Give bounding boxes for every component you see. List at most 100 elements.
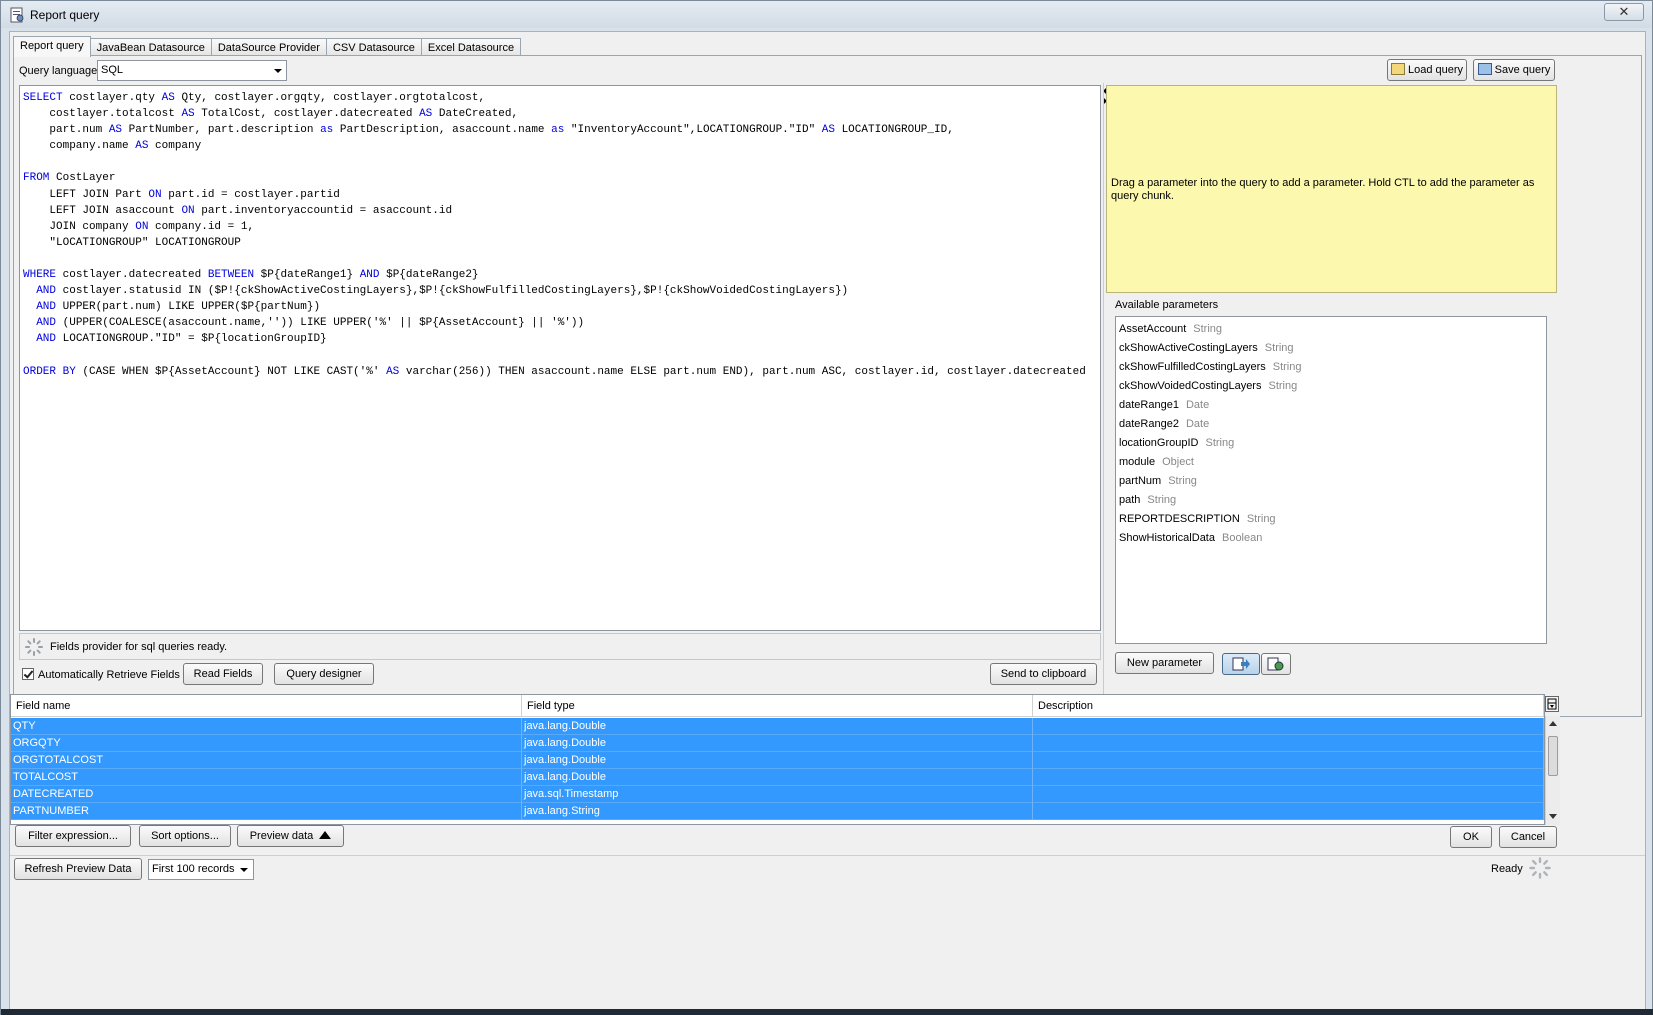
parameter-item[interactable]: locationGroupID String <box>1116 434 1546 453</box>
parameter-item[interactable]: dateRange2 Date <box>1116 415 1546 434</box>
column-header-field-name[interactable]: Field name <box>11 695 522 717</box>
table-row[interactable]: PARTNUMBER java.lang.String <box>11 803 1544 820</box>
parameter-list[interactable]: AssetAccount String ckShowActiveCostingLay… <box>1115 316 1547 644</box>
field-type-cell[interactable]: java.sql.Timestamp <box>522 786 1033 803</box>
parameter-item[interactable]: ckShowFulfilledCostingLayers String <box>1116 358 1546 377</box>
send-to-clipboard-button[interactable]: Send to clipboard <box>990 663 1097 685</box>
sql-keyword: AND <box>359 269 380 282</box>
sql-line: AND costlayer.statusid IN ($P!{ckShowAct… <box>23 283 1097 299</box>
parameter-item[interactable]: module Object <box>1116 453 1546 472</box>
query-designer-button[interactable]: Query designer <box>274 663 374 685</box>
sql-keyword: BETWEEN <box>207 269 255 282</box>
field-type-cell[interactable]: java.lang.String <box>522 803 1033 820</box>
save-query-button[interactable]: Save query <box>1473 59 1555 81</box>
auto-retrieve-label: Automatically Retrieve Fields <box>38 669 180 681</box>
sql-text: TotalCost, costlayer.datecreated <box>194 108 420 121</box>
parameter-item[interactable]: ShowHistoricalData Boolean <box>1116 529 1546 548</box>
close-button[interactable]: ✕ <box>1604 3 1644 21</box>
sql-line: ORDER BY (CASE WHEN $P{AssetAccount} NOT… <box>23 364 1097 380</box>
parameter-item[interactable]: partNum String <box>1116 472 1546 491</box>
parameter-item[interactable]: REPORTDESCRIPTION String <box>1116 510 1546 529</box>
title-bar[interactable]: Report query ✕ <box>1 1 1652 28</box>
ok-button[interactable]: OK <box>1450 826 1492 848</box>
table-row[interactable]: DATECREATED java.sql.Timestamp <box>11 786 1544 803</box>
parameter-settings-button[interactable] <box>1261 653 1291 675</box>
cancel-button[interactable]: Cancel <box>1499 826 1557 848</box>
parameter-item[interactable]: path String <box>1116 491 1546 510</box>
column-chooser-icon[interactable] <box>1545 696 1559 712</box>
save-icon <box>1477 63 1492 75</box>
field-name-cell[interactable]: TOTALCOST <box>11 769 522 786</box>
load-query-button[interactable]: Load query <box>1387 59 1467 81</box>
panel-divider[interactable] <box>1103 83 1104 713</box>
fields-provider-status: Fields provider for sql queries ready. <box>19 633 1101 660</box>
sql-keyword: ON <box>135 220 149 233</box>
report-icon <box>10 7 24 23</box>
field-name-cell[interactable]: ORGTOTALCOST <box>11 752 522 769</box>
sql-keyword: AS <box>386 365 400 378</box>
parameter-type: String <box>1272 361 1302 373</box>
auto-retrieve-fields-checkbox[interactable]: Automatically Retrieve Fields <box>22 668 180 681</box>
field-name-cell[interactable]: ORGQTY <box>11 735 522 752</box>
parameter-item[interactable]: ckShowActiveCostingLayers String <box>1116 339 1546 358</box>
sql-text: PartNumber, part.description <box>122 124 321 137</box>
sql-text: (UPPER(COALESCE(asaccount.name,'')) LIKE… <box>56 317 585 330</box>
field-type-cell[interactable]: java.lang.Double <box>522 718 1033 735</box>
load-query-label: Load query <box>1407 64 1464 76</box>
sql-line: AND LOCATIONGROUP."ID" = $P{locationGrou… <box>23 331 1097 347</box>
sql-line: "LOCATIONGROUP" LOCATIONGROUP <box>23 235 1097 251</box>
field-type-cell[interactable]: java.lang.Double <box>522 735 1033 752</box>
parameter-item[interactable]: ckShowVoidedCostingLayers String <box>1116 377 1546 396</box>
scrollbar-thumb[interactable] <box>1548 736 1558 776</box>
filter-expression-button[interactable]: Filter expression... <box>15 825 131 847</box>
field-name-cell[interactable]: DATECREATED <box>11 786 522 803</box>
field-name-cell[interactable]: PARTNUMBER <box>11 803 522 820</box>
records-limit-value: First 100 records <box>152 863 235 875</box>
column-header-field-type[interactable]: Field type <box>522 695 1033 717</box>
records-limit-select[interactable]: First 100 records <box>148 859 254 880</box>
fields-table[interactable]: Field name Field type Description QTY jav… <box>10 694 1545 825</box>
read-fields-button[interactable]: Read Fields <box>183 663 263 685</box>
available-parameters-label: Available parameters <box>1115 299 1219 311</box>
field-desc-cell[interactable] <box>1033 803 1544 820</box>
field-desc-cell[interactable] <box>1033 752 1544 769</box>
parameter-name: locationGroupID <box>1119 437 1199 449</box>
sql-keyword: AND <box>36 317 57 330</box>
parameter-action-button[interactable] <box>1222 653 1260 675</box>
table-row[interactable]: ORGTOTALCOST java.lang.Double <box>11 752 1544 769</box>
parameter-type: String <box>1246 513 1276 525</box>
table-row[interactable]: QTY java.lang.Double <box>11 718 1544 735</box>
field-desc-cell[interactable] <box>1033 735 1544 752</box>
parameter-item[interactable]: AssetAccount String <box>1116 320 1546 339</box>
parameter-name: dateRange1 <box>1119 399 1179 411</box>
parameter-name: ckShowVoidedCostingLayers <box>1119 380 1262 392</box>
column-header-description[interactable]: Description <box>1033 695 1544 717</box>
sql-text: LOCATIONGROUP."ID" = $P{locationGroupID} <box>56 333 327 346</box>
field-desc-cell[interactable] <box>1033 769 1544 786</box>
field-type-cell[interactable]: java.lang.Double <box>522 769 1033 786</box>
sql-text: "LOCATIONGROUP" LOCATIONGROUP <box>23 236 241 249</box>
sql-query-editor[interactable]: SELECT costlayer.qty AS Qty, costlayer.o… <box>19 85 1101 631</box>
field-type-cell[interactable]: java.lang.Double <box>522 752 1033 769</box>
sql-line: AND (UPPER(COALESCE(asaccount.name,'')) … <box>23 315 1097 331</box>
field-name-cell[interactable]: QTY <box>11 718 522 735</box>
checkbox-checked-icon[interactable] <box>22 668 34 680</box>
refresh-preview-button[interactable]: Refresh Preview Data <box>14 858 142 880</box>
sql-line: JOIN company ON company.id = 1, <box>23 219 1097 235</box>
new-parameter-button[interactable]: New parameter <box>1115 652 1214 674</box>
sql-text: DateCreated, <box>432 108 519 121</box>
field-desc-cell[interactable] <box>1033 718 1544 735</box>
scroll-up-icon[interactable] <box>1549 720 1557 726</box>
field-desc-cell[interactable] <box>1033 786 1544 803</box>
parameter-item[interactable]: dateRange1 Date <box>1116 396 1546 415</box>
fields-vertical-scrollbar[interactable] <box>1545 716 1560 825</box>
query-language-select[interactable]: SQL <box>97 60 287 81</box>
tab-report-query[interactable]: Report query <box>13 36 91 57</box>
sort-options-button[interactable]: Sort options... <box>139 825 231 847</box>
preview-data-button[interactable]: Preview data <box>237 825 344 847</box>
sql-text: $P{dateRange1} <box>254 269 360 282</box>
scroll-down-icon[interactable] <box>1549 814 1557 820</box>
table-row[interactable]: TOTALCOST java.lang.Double <box>11 769 1544 786</box>
table-row[interactable]: ORGQTY java.lang.Double <box>11 735 1544 752</box>
